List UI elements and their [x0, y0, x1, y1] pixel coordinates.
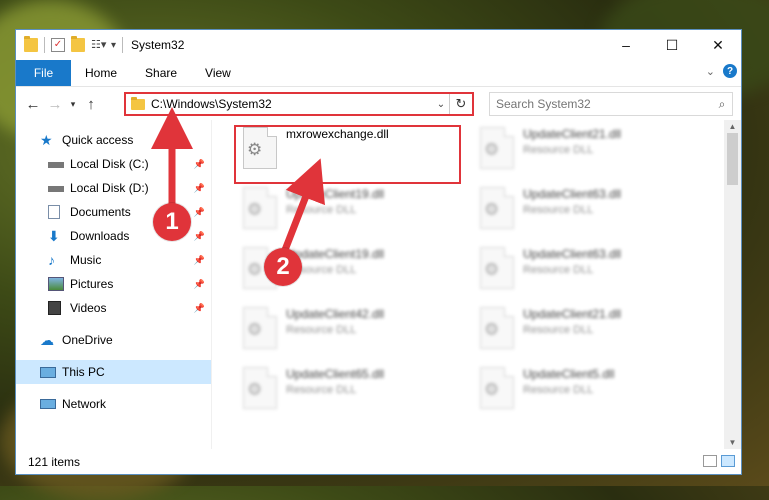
- folder-icon: [131, 96, 145, 110]
- recent-locations-icon[interactable]: ▾: [66, 99, 80, 110]
- tab-file[interactable]: File: [16, 60, 71, 86]
- nav-item-network[interactable]: Network: [16, 392, 211, 416]
- pin-icon[interactable]: 📌: [194, 303, 205, 314]
- gear-icon: ⚙: [484, 140, 500, 159]
- scroll-down-icon[interactable]: ▼: [724, 438, 741, 447]
- gear-icon: ⚙: [484, 260, 500, 279]
- customize-icon[interactable]: ☷▾: [91, 38, 106, 52]
- window-controls: – ☐ ✕: [603, 30, 741, 60]
- folder-icon: [24, 36, 38, 52]
- scroll-thumb[interactable]: [727, 133, 738, 185]
- gear-icon: ⚙: [247, 200, 263, 219]
- file-item[interactable]: ⚙ UpdateClient63.dll Resource DLL: [475, 184, 705, 236]
- details-view-icon[interactable]: [703, 455, 717, 467]
- pin-icon[interactable]: 📌: [194, 159, 205, 170]
- file-item[interactable]: ⚙ UpdateClient42.dll Resource DLL: [238, 304, 468, 356]
- maximize-button[interactable]: ☐: [649, 30, 695, 60]
- music-icon: ♪: [48, 252, 55, 268]
- file-item[interactable]: ⚙ UpdateClient65.dll Resource DLL: [238, 364, 468, 416]
- pin-icon[interactable]: 📌: [194, 255, 205, 266]
- address-bar[interactable]: C:\Windows\System32 ⌄ ↻: [124, 92, 474, 116]
- pin-icon[interactable]: 📌: [194, 183, 205, 194]
- tab-share[interactable]: Share: [131, 60, 191, 86]
- up-arrow-icon[interactable]: ↑: [80, 96, 102, 113]
- pin-icon[interactable]: 📌: [194, 231, 205, 242]
- file-item[interactable]: ⚙ UpdateClient21.dll Resource DLL: [475, 124, 705, 176]
- drive-icon: [48, 186, 64, 192]
- gear-icon: ⚙: [484, 320, 500, 339]
- gear-icon: ⚙: [484, 380, 500, 399]
- tab-home[interactable]: Home: [71, 60, 131, 86]
- gear-icon: ⚙: [247, 320, 263, 339]
- scroll-up-icon[interactable]: ▲: [724, 122, 741, 131]
- qa-dropdown-icon[interactable]: ▾: [111, 40, 116, 51]
- file-item[interactable]: ⚙ UpdateClient19.dll Resource DLL: [238, 184, 468, 236]
- network-icon: [40, 399, 56, 409]
- nav-item-onedrive[interactable]: ☁ OneDrive: [16, 328, 211, 352]
- file-highlight-box: [234, 125, 461, 184]
- quick-access-toolbar: ✓ ☷▾ ▾: [16, 30, 124, 60]
- address-path[interactable]: C:\Windows\System32: [151, 97, 433, 111]
- nav-item-music[interactable]: ♪ Music 📌: [16, 248, 211, 272]
- pictures-icon: [48, 277, 64, 291]
- cloud-icon: ☁: [40, 332, 54, 348]
- pin-icon[interactable]: 📌: [194, 207, 205, 218]
- step-2-badge: 2: [264, 248, 302, 286]
- tab-view[interactable]: View: [191, 60, 245, 86]
- forward-arrow-icon[interactable]: →: [44, 96, 66, 113]
- title-bar: ✓ ☷▾ ▾ System32 – ☐ ✕: [16, 30, 741, 60]
- minimize-button[interactable]: –: [603, 30, 649, 60]
- item-count: 121 items: [28, 454, 81, 469]
- large-icons-view-icon[interactable]: [721, 455, 735, 467]
- status-bar: 121 items: [16, 449, 741, 474]
- file-item[interactable]: ⚙ UpdateClient5.dll Resource DLL: [475, 364, 705, 416]
- chevron-down-icon[interactable]: ⌄: [433, 99, 449, 110]
- search-input[interactable]: [490, 96, 712, 112]
- back-arrow-icon[interactable]: ←: [22, 96, 44, 113]
- chevron-down-icon[interactable]: ⌄: [706, 65, 715, 78]
- refresh-icon[interactable]: ↻: [449, 94, 472, 114]
- gear-icon: ⚙: [247, 260, 263, 279]
- navigation-pane: ★ Quick access Local Disk (C:) 📌 Local D…: [16, 120, 212, 449]
- nav-item-local-disk-d[interactable]: Local Disk (D:) 📌: [16, 176, 211, 200]
- file-item[interactable]: ⚙ UpdateClient21.dll Resource DLL: [475, 304, 705, 356]
- computer-icon: [40, 366, 56, 378]
- star-icon: ★: [40, 132, 53, 148]
- file-item[interactable]: ⚙ UpdateClient63.dll Resource DLL: [475, 244, 705, 296]
- search-box[interactable]: ⌕: [489, 92, 733, 116]
- window-title: System32: [131, 38, 185, 52]
- gear-icon: ⚙: [247, 380, 263, 399]
- nav-item-quick-access[interactable]: ★ Quick access: [16, 128, 211, 152]
- explorer-window: ✓ ☷▾ ▾ System32 – ☐ ✕ File Home Share Vi…: [15, 29, 742, 475]
- new-folder-icon[interactable]: [71, 36, 85, 52]
- nav-item-videos[interactable]: Videos 📌: [16, 296, 211, 320]
- help-icon[interactable]: ?: [723, 64, 737, 78]
- drive-icon: [48, 162, 64, 168]
- nav-item-local-disk-c[interactable]: Local Disk (C:) 📌: [16, 152, 211, 176]
- step-1-badge: 1: [153, 203, 191, 241]
- search-icon[interactable]: ⌕: [712, 97, 732, 112]
- videos-icon: [48, 301, 61, 315]
- documents-icon: [48, 205, 60, 219]
- address-row: ← → ▾ ↑ C:\Windows\System32 ⌄ ↻ ⌕: [16, 87, 741, 121]
- vertical-scrollbar[interactable]: ▲ ▼: [724, 120, 741, 449]
- download-icon: ⬇: [48, 228, 60, 244]
- nav-item-this-pc[interactable]: This PC: [16, 360, 211, 384]
- ribbon: File Home Share View ⌄ ?: [16, 60, 741, 87]
- nav-item-pictures[interactable]: Pictures 📌: [16, 272, 211, 296]
- pin-icon[interactable]: 📌: [194, 279, 205, 290]
- gear-icon: ⚙: [484, 200, 500, 219]
- close-button[interactable]: ✕: [695, 30, 741, 60]
- properties-icon[interactable]: ✓: [51, 38, 65, 52]
